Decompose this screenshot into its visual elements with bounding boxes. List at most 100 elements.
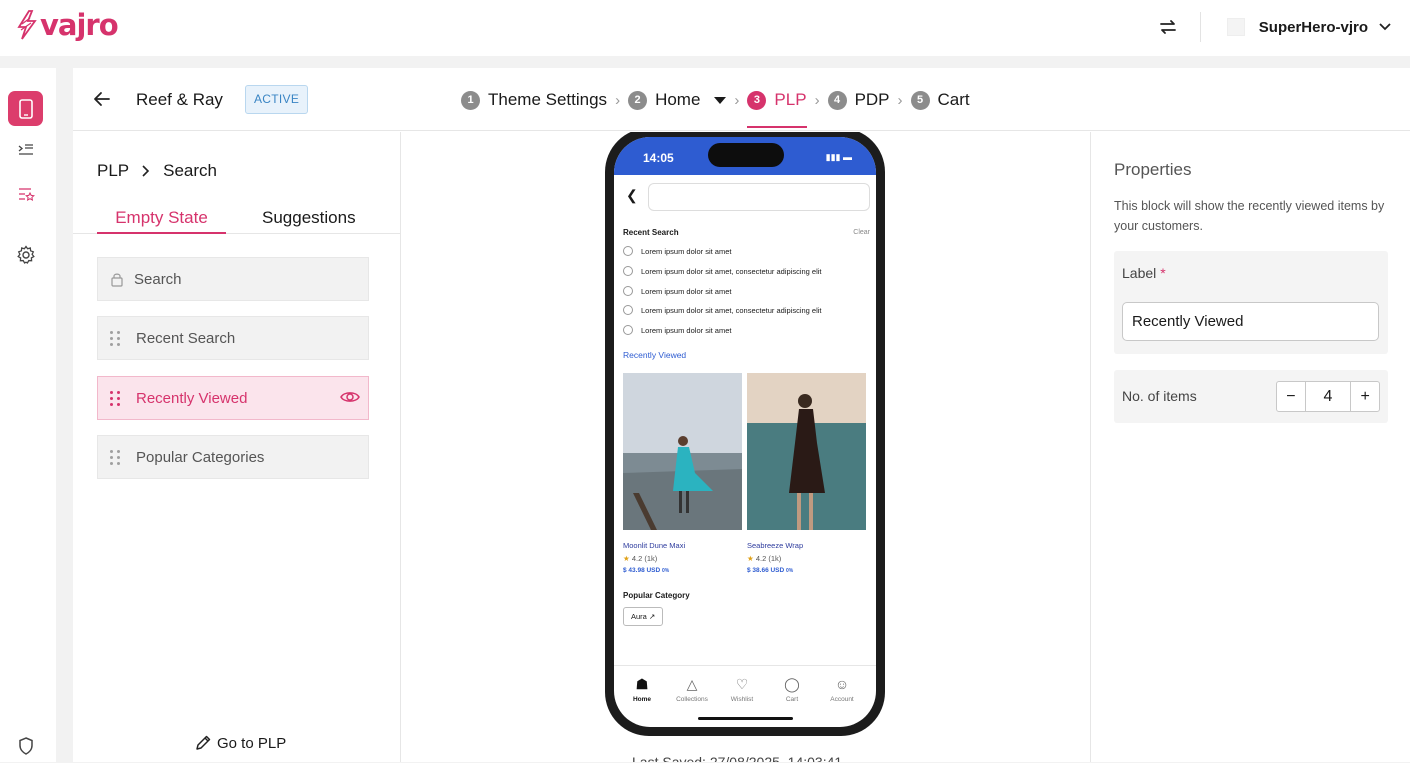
signal-battery-icon: ▮▮▮ ▬ <box>825 152 852 162</box>
drag-handle-icon[interactable] <box>110 449 122 465</box>
recent-search-item[interactable]: Lorem ipsum dolor sit amet <box>623 246 731 256</box>
recent-search-item[interactable]: Lorem ipsum dolor sit amet, consectetur … <box>623 266 822 276</box>
block-search[interactable]: Search <box>97 257 369 301</box>
preview-search-input[interactable] <box>648 183 870 211</box>
product-price-row: $ 38.66 USD 0% <box>747 567 866 574</box>
tab-empty-state[interactable]: Empty State <box>97 208 226 234</box>
rail-settings-button[interactable] <box>8 237 43 272</box>
heart-icon: ♡ <box>735 676 749 692</box>
block-recently-viewed[interactable]: Recently Viewed <box>97 376 369 420</box>
step-label: Home <box>655 90 701 109</box>
shield-icon <box>18 736 33 755</box>
go-to-plp-link[interactable]: Go to PLP <box>194 734 286 752</box>
vajro-logo[interactable]: vajro <box>16 8 119 42</box>
increment-button[interactable]: + <box>1351 382 1379 411</box>
product-discount: 0% <box>662 568 670 574</box>
back-arrow-icon[interactable] <box>93 90 111 108</box>
store-name[interactable]: SuperHero-vjro <box>1259 19 1368 36</box>
clock-icon <box>623 325 633 335</box>
blocks-panel: PLP Search Empty State Suggestions Searc… <box>73 132 401 762</box>
properties-description: This block will show the recently viewed… <box>1114 199 1385 233</box>
product-name: Moonlit Dune Maxi <box>623 541 686 550</box>
editor-header: Reef & Ray ACTIVE 1 Theme Settings › 2 H… <box>73 68 1410 131</box>
store-title: Reef & Ray <box>136 90 223 109</box>
editor-panel: Reef & Ray ACTIVE 1 Theme Settings › 2 H… <box>73 68 1410 762</box>
nav-label: Cart <box>785 696 799 703</box>
step-pdp[interactable]: 4 PDP <box>827 90 890 110</box>
cart-icon: ◯ <box>784 676 800 692</box>
step-number: 3 <box>747 90 767 110</box>
logo-text: vajro <box>40 8 119 42</box>
switch-store-icon[interactable] <box>1156 15 1180 39</box>
chevron-right-icon: › <box>615 91 621 109</box>
go-to-plp-label: Go to PLP <box>217 734 287 752</box>
recently-viewed-title: Recently Viewed <box>623 350 687 360</box>
product-card[interactable]: Moonlit Dune Maxi ★ 4.2 (1k) $ 43.98 USD… <box>623 373 742 574</box>
items-count-value[interactable]: 4 <box>1304 382 1352 411</box>
caret-down-icon[interactable] <box>714 96 727 104</box>
decrement-button[interactable]: − <box>1277 382 1305 411</box>
step-theme-settings[interactable]: 1 Theme Settings <box>461 90 607 110</box>
rail-menu-button[interactable] <box>8 133 43 168</box>
recent-search-item[interactable]: Lorem ipsum dolor sit amet <box>623 325 731 335</box>
phone-screen: 14:05 ▮▮▮ ▬ ❮ Recent Search Clear Lorem … <box>614 137 876 727</box>
drag-handle-icon[interactable] <box>110 330 122 346</box>
status-bar: 14:05 ▮▮▮ ▬ <box>614 137 876 175</box>
nav-home[interactable]: ☗ Home <box>617 676 667 703</box>
chevron-left-icon[interactable]: ❮ <box>626 187 638 204</box>
rail-design-button[interactable] <box>8 91 43 126</box>
preview-canvas: 14:05 ▮▮▮ ▬ ❮ Recent Search Clear Lorem … <box>402 132 1090 762</box>
side-rail <box>0 68 56 762</box>
step-number: 5 <box>910 90 930 110</box>
product-name: Seabreeze Wrap <box>747 541 804 550</box>
tab-bar: Empty State Suggestions <box>73 208 401 234</box>
review-count: (1k) <box>644 554 658 563</box>
chevron-down-icon[interactable] <box>1378 20 1392 34</box>
nav-cart[interactable]: ◯ Cart <box>767 676 817 703</box>
star-list-icon <box>18 187 35 201</box>
lock-icon <box>111 273 123 287</box>
block-popular-categories[interactable]: Popular Categories <box>97 435 369 479</box>
rating-value: 4.2 <box>631 554 643 563</box>
status-badge: ACTIVE <box>245 85 309 114</box>
tab-suggestions[interactable]: Suggestions <box>262 208 356 234</box>
block-recent-search[interactable]: Recent Search <box>97 316 369 360</box>
eye-icon[interactable] <box>340 389 360 405</box>
category-chip[interactable]: Aura ↗ <box>623 607 664 626</box>
divider <box>1199 12 1201 42</box>
breadcrumb-parent[interactable]: PLP <box>97 161 129 181</box>
phone-frame: 14:05 ▮▮▮ ▬ ❮ Recent Search Clear Lorem … <box>605 132 885 736</box>
rail-featured-button[interactable] <box>8 176 43 211</box>
chip-label: Aura <box>631 612 647 621</box>
nav-wishlist[interactable]: ♡ Wishlist <box>717 676 767 703</box>
home-icon: ☗ <box>635 676 649 692</box>
product-rating: ★ 4.2 (1k) <box>747 554 866 563</box>
clear-link[interactable]: Clear <box>853 229 870 236</box>
rating-value: 4.2 <box>755 554 767 563</box>
trending-icon: ↗ <box>648 612 656 621</box>
product-discount: 0% <box>786 568 794 574</box>
step-cart[interactable]: 5 Cart <box>910 90 970 110</box>
chevron-right-icon: › <box>734 91 740 109</box>
recent-search-text: Lorem ipsum dolor sit amet <box>641 246 732 256</box>
block-label: Popular Categories <box>136 448 265 466</box>
properties-panel: Properties This block will show the rece… <box>1090 132 1410 762</box>
chevron-right-icon: › <box>897 91 903 109</box>
drag-handle-icon[interactable] <box>110 390 122 406</box>
step-plp[interactable]: 3 PLP <box>747 90 807 128</box>
nav-collections[interactable]: △ Collections <box>667 676 717 703</box>
breadcrumb: PLP Search <box>97 161 217 181</box>
nav-label: Wishlist <box>730 696 754 703</box>
recent-search-item[interactable]: Lorem ipsum dolor sit amet, consectetur … <box>623 305 822 315</box>
step-home[interactable]: 2 Home <box>628 90 727 110</box>
product-image <box>623 373 742 530</box>
product-card[interactable]: Seabreeze Wrap ★ 4.2 (1k) $ 38.66 USD 0% <box>747 373 866 574</box>
page-stepper: 1 Theme Settings › 2 Home › 3 PLP › 4 PD… <box>461 88 970 128</box>
recent-search-item[interactable]: Lorem ipsum dolor sit amet <box>623 286 731 296</box>
items-count-stepper: − 4 + <box>1276 381 1380 412</box>
home-indicator <box>698 717 793 720</box>
nav-account[interactable]: ☺ Account <box>817 676 867 703</box>
items-count-card: No. of items − 4 + <box>1114 370 1388 423</box>
rail-security-button[interactable] <box>8 728 43 763</box>
label-input[interactable]: Recently Viewed <box>1122 302 1379 341</box>
